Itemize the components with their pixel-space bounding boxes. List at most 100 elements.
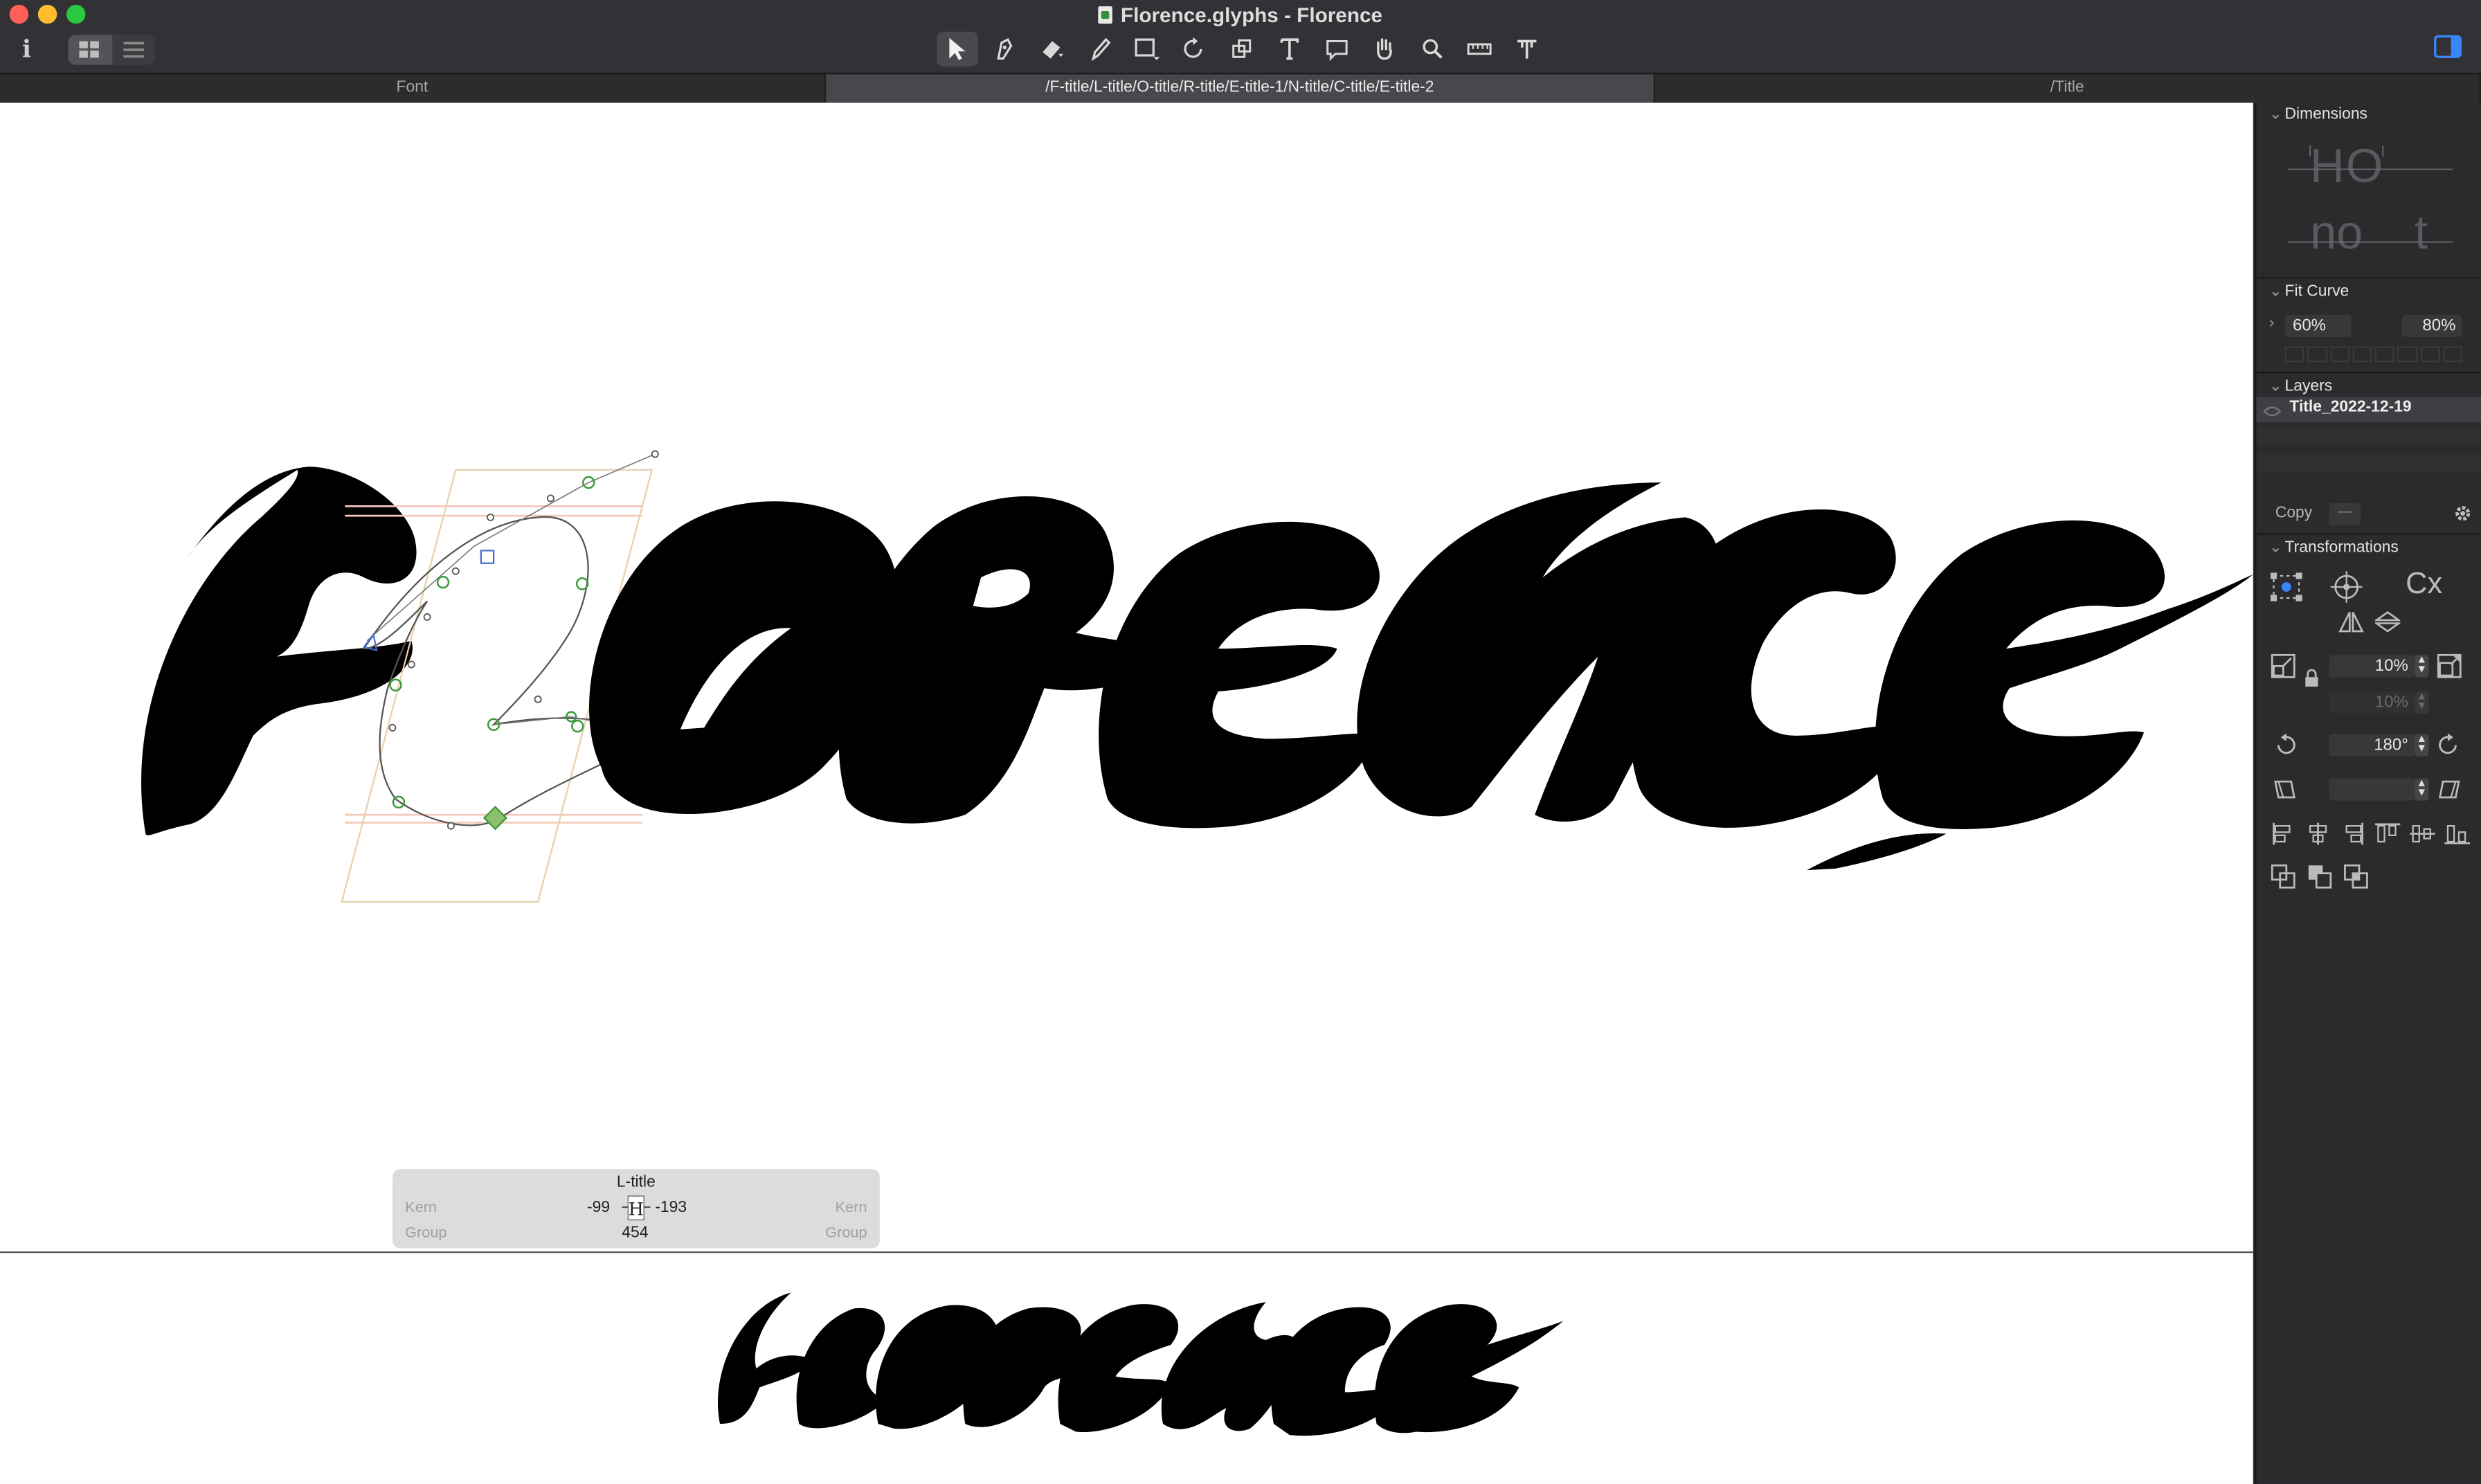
layer-name: Title_2022-12-19 (2289, 398, 2412, 417)
slant-right-icon[interactable] (2437, 777, 2462, 802)
rotate-field[interactable]: 180° (2329, 734, 2415, 757)
flip-horizontal-icon[interactable] (2338, 610, 2364, 633)
dimensions-title: Dimensions (2284, 106, 2367, 124)
tab-title[interactable]: /Title (1655, 74, 2481, 103)
eraser-tool-icon[interactable] (1031, 32, 1072, 66)
copy-button[interactable]: Copy (2275, 505, 2312, 522)
window-title-text: Florence.glyphs - Florence (1120, 3, 1383, 27)
skew-stepper[interactable]: ▲ ▼ (2414, 778, 2429, 801)
layers-title: Layers (2284, 378, 2333, 396)
skew-field[interactable] (2329, 778, 2415, 801)
annotation-tool-icon[interactable] (1317, 32, 1357, 66)
scale-y-field[interactable]: 10% (2329, 691, 2415, 714)
union-icon[interactable] (2271, 864, 2296, 889)
intersect-icon[interactable] (2343, 864, 2369, 889)
scale-tool-icon[interactable] (1222, 32, 1263, 66)
eye-icon[interactable] (2263, 405, 2282, 417)
scale-x-stepper[interactable]: ▲ ▼ (2414, 655, 2429, 678)
chevron-down-icon: ⌄ (2268, 283, 2282, 301)
layers-header[interactable]: ⌄ Layers (2269, 378, 2332, 395)
glyph-name-label: L-title (616, 1173, 656, 1192)
scale-x-field[interactable]: 10% (2329, 655, 2415, 678)
scale-down-icon[interactable] (2271, 653, 2296, 679)
divider (2256, 533, 2481, 535)
layer-list-empty-row (2256, 453, 2481, 473)
width-value[interactable]: 454 (622, 1224, 648, 1242)
rsb-value[interactable]: -193 (655, 1200, 687, 1217)
chevron-down-icon: ⌄ (2268, 106, 2282, 124)
document-tabs: Font /F-title/L-title/O-title/R-title/E-… (0, 73, 2481, 103)
align-center-h-icon[interactable] (2305, 822, 2331, 845)
fit-curve-min-field[interactable]: 60% (2284, 314, 2352, 337)
dimension-guides (2288, 145, 2453, 243)
scale-up-icon[interactable] (2437, 653, 2462, 679)
scale-y-stepper[interactable]: ▲ ▼ (2414, 691, 2429, 714)
glyph-f[interactable] (141, 467, 417, 835)
grid-view-icon[interactable] (68, 35, 112, 65)
group-left-label: Group (405, 1224, 447, 1242)
rotate-tool-icon[interactable] (1174, 32, 1215, 66)
lock-icon[interactable] (2304, 669, 2320, 688)
metrics-tool-icon[interactable] (1506, 32, 1547, 66)
fit-curve-max-field[interactable]: 80% (2401, 314, 2462, 337)
subtract-icon[interactable] (2307, 864, 2333, 889)
align-left-icon[interactable] (2271, 822, 2296, 845)
rotate-stepper[interactable]: ▲ ▼ (2414, 734, 2429, 757)
fit-curve-slider[interactable] (2284, 346, 2462, 363)
layer-list-empty-row (2256, 425, 2481, 445)
layer-row[interactable]: Title_2022-12-19 (2256, 397, 2481, 423)
flip-vertical-icon[interactable] (2374, 610, 2401, 633)
kern-right-label: Kern (835, 1199, 867, 1217)
tab-font[interactable]: Font (0, 74, 827, 103)
glyph-info-box: L-title Kern Kern Group Group -99 H -193… (392, 1169, 880, 1249)
text-tool-icon[interactable] (1269, 32, 1310, 66)
glyph-e-1[interactable] (1099, 521, 1380, 829)
align-bottom-icon[interactable] (2444, 823, 2470, 845)
transformations-header[interactable]: ⌄ Transformations (2269, 539, 2399, 556)
pencil-tool-icon[interactable] (1079, 32, 1120, 66)
tool-bar (937, 31, 1547, 66)
transformations-title: Transformations (2284, 539, 2399, 557)
info-icon[interactable]: i (22, 35, 31, 63)
dimensions-preview[interactable]: HO no t (2288, 138, 2462, 271)
rectangle-tool-icon[interactable] (1126, 32, 1167, 66)
right-sidebar: ⌄ Dimensions HO no t ⌄ Fit Curve › 60% 80%… (2255, 102, 2481, 1484)
rotate-cw-icon[interactable] (2437, 732, 2462, 758)
align-center-v-icon[interactable] (2410, 823, 2435, 845)
align-right-icon[interactable] (2340, 822, 2366, 845)
copy-layer-popup[interactable]: — (2329, 503, 2361, 525)
transform-origin-bbox-icon[interactable] (2269, 571, 2304, 603)
lsb-value[interactable]: -99 (587, 1200, 610, 1217)
sidebar-toggle-icon[interactable] (2433, 35, 2462, 66)
preview-divider[interactable] (0, 1251, 2253, 1254)
draw-tool-icon[interactable] (984, 32, 1025, 66)
select-tool-icon[interactable] (937, 31, 978, 66)
glyph-edit-view[interactable] (0, 103, 2253, 1484)
chevron-right-icon[interactable]: › (2269, 315, 2275, 332)
transform-origin-crosshair-icon[interactable] (2329, 571, 2364, 603)
transform-origin-cx[interactable]: Cx (2386, 568, 2462, 603)
chevron-down-icon: ⌄ (2268, 539, 2282, 557)
slant-left-icon[interactable] (2272, 777, 2298, 802)
measure-tool-icon[interactable] (1459, 32, 1499, 66)
kern-left-label: Kern (405, 1199, 437, 1217)
zoom-tool-icon[interactable] (1411, 32, 1452, 66)
svg-text:H: H (629, 1199, 644, 1219)
list-view-icon[interactable] (111, 35, 155, 64)
metrics-h-icon: H (622, 1195, 651, 1227)
window-title: Florence.glyphs - Florence (0, 3, 2481, 27)
dimensions-header[interactable]: ⌄ Dimensions (2269, 106, 2367, 123)
edit-canvas[interactable]: L-title Kern Kern Group Group -99 H -193… (0, 102, 2253, 1484)
document-icon (1098, 6, 1113, 24)
divider (2256, 276, 2481, 279)
glyphs-app-window: Florence.glyphs - Florence i Font /F-tit… (0, 0, 2481, 1484)
view-mode-toggle[interactable] (68, 35, 155, 65)
tab-edit-text[interactable]: /F-title/L-title/O-title/R-title/E-title… (826, 74, 1655, 103)
gear-icon[interactable] (2453, 503, 2473, 529)
align-buttons (2271, 822, 2470, 845)
hand-tool-icon[interactable] (1364, 32, 1405, 66)
align-top-icon[interactable] (2374, 823, 2401, 845)
fit-curve-header[interactable]: ⌄ Fit Curve (2269, 283, 2349, 300)
boolean-buttons (2271, 864, 2369, 889)
rotate-ccw-icon[interactable] (2272, 732, 2298, 758)
